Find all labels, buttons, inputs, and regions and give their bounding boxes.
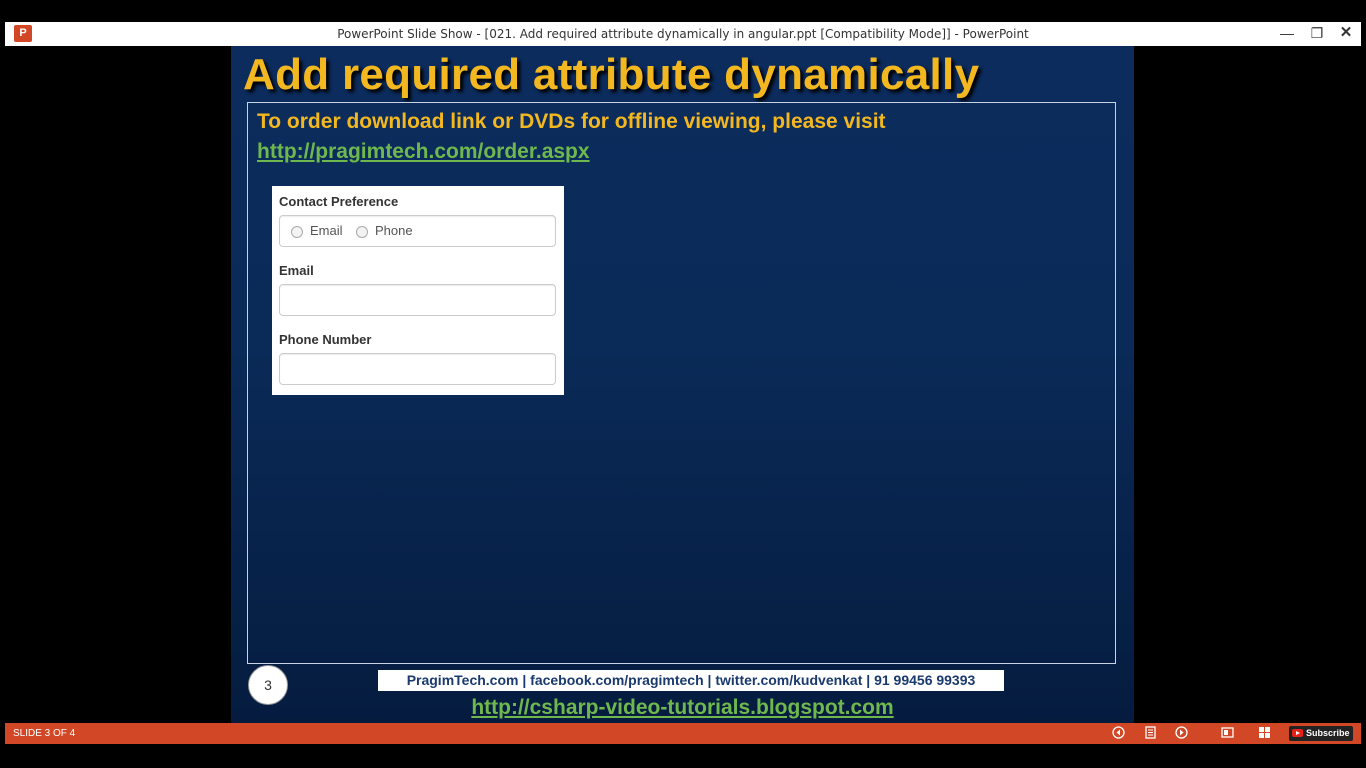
blog-link[interactable]: http://csharp-video-tutorials.blogspot.c… (231, 696, 1134, 720)
order-text: To order download link or DVDs for offli… (257, 110, 886, 133)
subscribe-label: Subscribe (1306, 728, 1350, 738)
slideshow-status-bar: SLIDE 3 OF 4 Subscribe (5, 723, 1361, 744)
form-screenshot: Contact Preference Email Phone Email Pho… (272, 186, 564, 395)
next-slide-icon[interactable] (1174, 726, 1189, 741)
minimize-button[interactable]: — (1273, 22, 1301, 46)
slide-title: Add required attribute dynamically (243, 50, 980, 99)
footer-contact-strip: PragimTech.com | facebook.com/pragimtech… (378, 670, 1004, 691)
radio-phone-label: Phone (375, 223, 413, 238)
window-title: PowerPoint Slide Show - [021. Add requir… (337, 27, 1029, 41)
radio-email-label: Email (310, 223, 343, 238)
contact-preference-label: Contact Preference (279, 194, 399, 209)
content-frame: To order download link or DVDs for offli… (247, 102, 1116, 664)
close-button[interactable]: ✕ (1332, 22, 1360, 46)
email-label: Email (279, 263, 314, 278)
slide-sorter-icon[interactable] (1257, 726, 1272, 741)
email-field[interactable] (279, 284, 556, 316)
radio-email[interactable] (291, 226, 303, 238)
previous-slide-icon[interactable] (1111, 726, 1126, 741)
slide-counter: SLIDE 3 OF 4 (13, 728, 76, 739)
slide[interactable]: Add required attribute dynamically To or… (231, 46, 1134, 723)
phone-number-label: Phone Number (279, 332, 372, 347)
radio-phone[interactable] (356, 226, 368, 238)
youtube-icon (1292, 729, 1303, 737)
subscribe-button[interactable]: Subscribe (1289, 726, 1353, 741)
normal-view-icon[interactable] (1220, 726, 1235, 741)
restore-button[interactable]: ❐ (1303, 22, 1331, 46)
phone-number-field[interactable] (279, 353, 556, 385)
window-title-bar: P PowerPoint Slide Show - [021. Add requ… (5, 22, 1361, 46)
notes-icon[interactable] (1143, 726, 1158, 741)
order-link[interactable]: http://pragimtech.com/order.aspx (257, 140, 590, 164)
contact-preference-box: Email Phone (279, 215, 556, 247)
